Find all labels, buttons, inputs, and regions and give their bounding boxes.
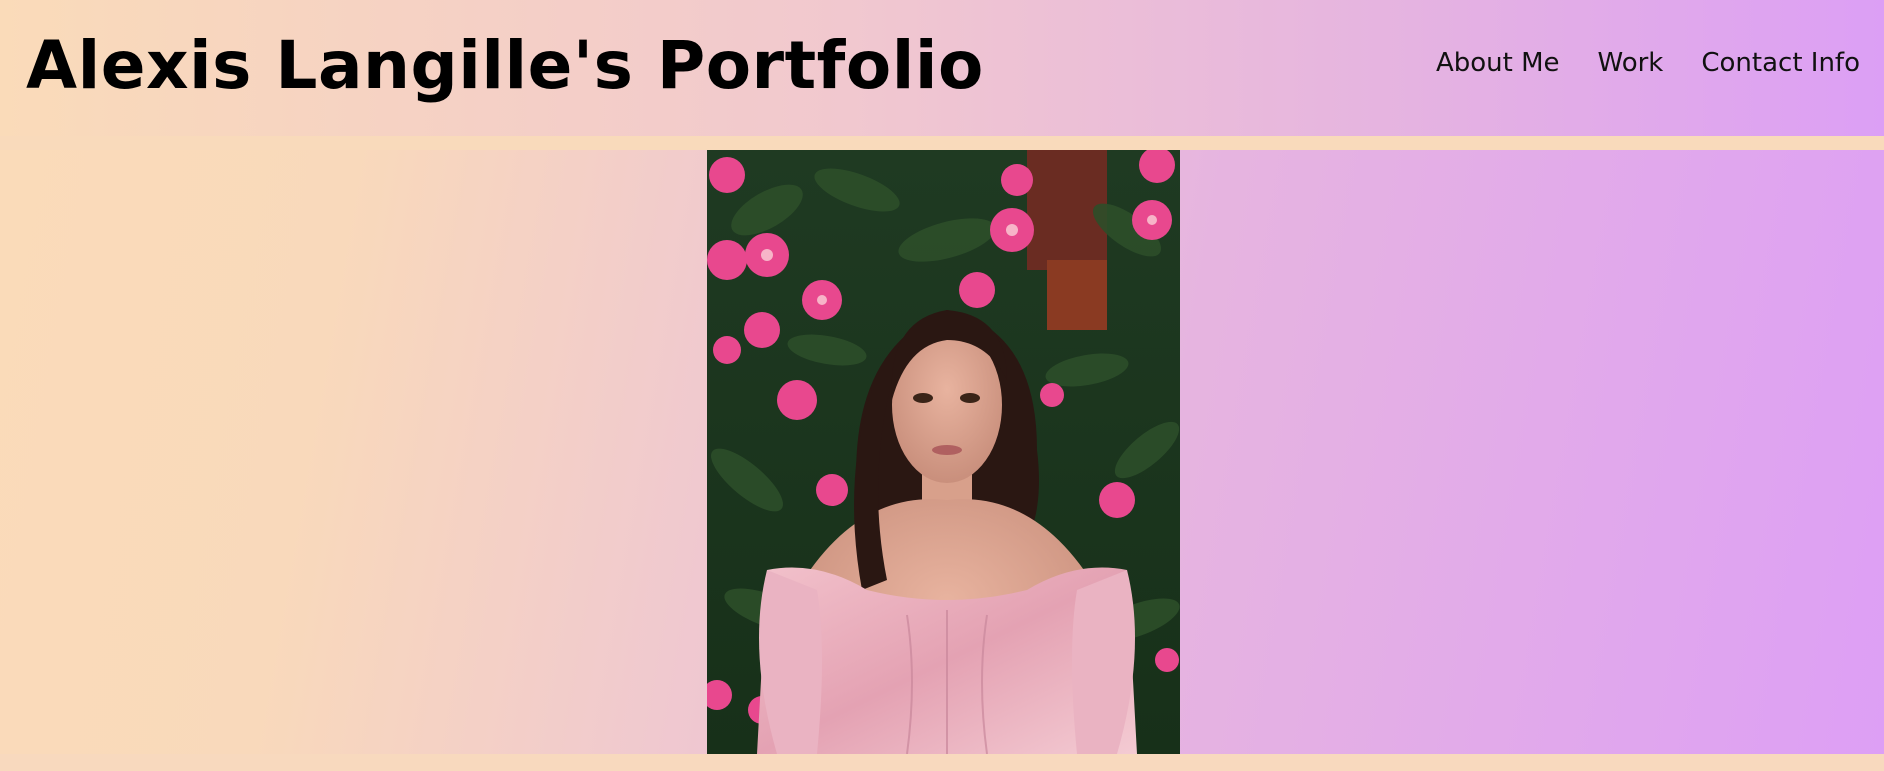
nav-work[interactable]: Work xyxy=(1598,48,1664,78)
page-title: Alexis Langille's Portfolio xyxy=(26,27,984,104)
nav-contact-info[interactable]: Contact Info xyxy=(1701,48,1860,78)
nav-about-me[interactable]: About Me xyxy=(1436,48,1560,78)
main-nav: About Me Work Contact Info xyxy=(1436,48,1860,78)
portrait-photo xyxy=(707,150,1180,754)
portrait-image xyxy=(707,150,1180,754)
site-header: Alexis Langille's Portfolio About Me Wor… xyxy=(0,0,1884,136)
footer-strip xyxy=(0,754,1884,771)
header-divider xyxy=(0,136,1884,150)
